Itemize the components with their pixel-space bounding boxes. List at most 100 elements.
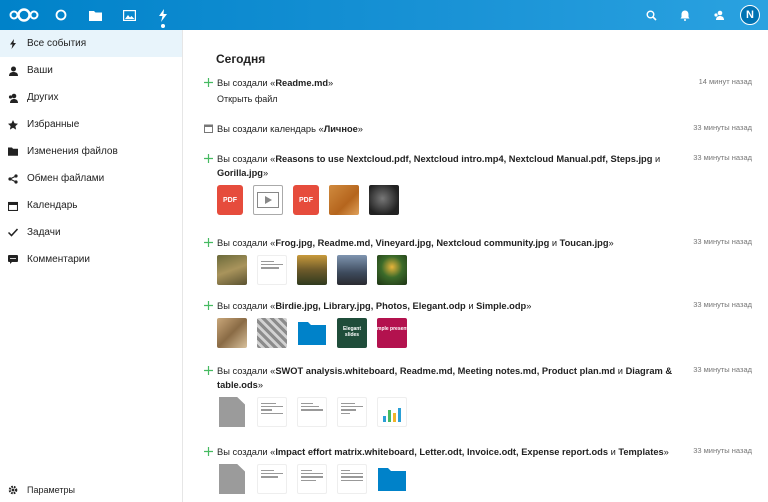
pdf-thumbnail[interactable]: PDF [293, 185, 319, 215]
sidebar-item-calendar[interactable]: Календарь [0, 192, 182, 219]
image-thumbnail[interactable] [297, 255, 327, 285]
activity-stream: Сегодня Вы создали «Readme.md» 14 минут … [184, 30, 768, 502]
comment-icon [8, 255, 18, 265]
activity-app-icon[interactable] [146, 0, 180, 30]
file-link[interactable]: Templates [618, 447, 663, 457]
sidebar-item-label: Календарь [27, 200, 78, 211]
plus-icon [202, 299, 214, 311]
files-link[interactable]: Birdie.jpg, Library.jpg, Photos, Elegant… [275, 301, 465, 311]
sidebar-item-label: Обмен файлами [27, 173, 105, 184]
gear-icon [8, 485, 18, 495]
presentation-thumbnail[interactable]: mple presentati [377, 318, 407, 348]
activity-time: 33 минуты назад [693, 123, 752, 132]
sidebar-item-file-changes[interactable]: Изменения файлов [0, 138, 182, 165]
sidebar-item-file-sharing[interactable]: Обмен файлами [0, 165, 182, 192]
top-header: N [0, 0, 768, 30]
sidebar-item-tasks[interactable]: Задачи [0, 219, 182, 246]
users-icon [8, 93, 18, 103]
open-file-link[interactable]: Открыть файл [217, 94, 752, 104]
activity-time: 33 минуты назад [693, 153, 752, 162]
dashboard-app-icon[interactable] [44, 0, 78, 30]
file-link[interactable]: Readme.md [275, 78, 328, 88]
sidebar-item-others[interactable]: Других [0, 84, 182, 111]
file-icon[interactable] [217, 397, 247, 427]
spreadsheet-thumbnail[interactable] [377, 397, 407, 427]
sidebar-item-label: Избранные [27, 119, 80, 130]
sidebar-item-yours[interactable]: Ваши [0, 57, 182, 84]
nextcloud-logo[interactable] [4, 0, 44, 30]
files-app-icon[interactable] [78, 0, 112, 30]
settings-label: Параметры [27, 485, 75, 495]
image-thumbnail[interactable] [217, 318, 247, 348]
folder-thumbnail[interactable] [377, 464, 407, 494]
sidebar-item-label: Комментарии [27, 254, 90, 265]
spreadsheet-thumbnail[interactable] [337, 464, 367, 494]
share-icon [8, 173, 18, 184]
sidebar-item-label: Изменения файлов [27, 146, 118, 157]
calendar-icon [202, 122, 214, 134]
image-thumbnail[interactable] [369, 185, 399, 215]
calendar-icon [8, 201, 18, 211]
document-thumbnail[interactable] [297, 397, 327, 427]
calendar-link[interactable]: Личное [324, 124, 358, 134]
file-link[interactable]: Simple.odp [476, 301, 526, 311]
plus-icon [202, 152, 214, 164]
image-thumbnail[interactable] [377, 255, 407, 285]
document-thumbnail[interactable] [337, 397, 367, 427]
image-thumbnail[interactable] [217, 255, 247, 285]
activity-item: Вы создали «SWOT analysis.whiteboard, Re… [202, 364, 752, 427]
file-link[interactable]: Toucan.jpg [560, 238, 609, 248]
folder-thumbnail[interactable] [297, 318, 327, 348]
files-link[interactable]: Reasons to use Nextcloud.pdf, Nextcloud … [275, 154, 652, 164]
image-thumbnail[interactable] [257, 318, 287, 348]
search-icon[interactable] [638, 0, 664, 30]
image-thumbnail[interactable] [337, 255, 367, 285]
activity-item: Вы создали «Birdie.jpg, Library.jpg, Pho… [202, 299, 752, 348]
document-thumbnail[interactable] [257, 255, 287, 285]
plus-icon [202, 236, 214, 248]
section-title: Сегодня [216, 52, 266, 66]
folder-icon [8, 147, 18, 157]
user-icon [8, 66, 18, 76]
document-thumbnail[interactable] [257, 397, 287, 427]
star-icon [8, 119, 18, 130]
activity-time: 14 минут назад [698, 77, 752, 86]
lightning-icon [8, 38, 18, 49]
activity-time: 33 минуты назад [693, 300, 752, 309]
sidebar-item-label: Других [27, 92, 59, 103]
file-link[interactable]: Gorilla.jpg [217, 168, 263, 178]
user-avatar[interactable]: N [740, 5, 760, 25]
contacts-icon[interactable] [706, 0, 732, 30]
file-icon[interactable] [217, 464, 247, 494]
activity-item: Вы создали «Reasons to use Nextcloud.pdf… [202, 152, 752, 215]
settings-button[interactable]: Параметры [0, 478, 182, 502]
sidebar-item-label: Все события [27, 38, 87, 49]
sidebar-item-comments[interactable]: Комментарии [0, 246, 182, 273]
document-thumbnail[interactable] [257, 464, 287, 494]
sidebar: Все события Ваши Других Избранные Измене… [0, 30, 183, 502]
files-link[interactable]: SWOT analysis.whiteboard, Readme.md, Mee… [275, 366, 615, 376]
activity-item: Вы создали «Impact effort matrix.whitebo… [202, 445, 752, 494]
photos-app-icon[interactable] [112, 0, 146, 30]
files-link[interactable]: Impact effort matrix.whiteboard, Letter.… [275, 447, 608, 457]
activity-item: Вы создали календарь «Личное» 33 минуты … [202, 122, 752, 136]
plus-icon [202, 76, 214, 88]
plus-icon [202, 445, 214, 457]
pdf-thumbnail[interactable]: PDF [217, 185, 243, 215]
activity-item: Вы создали «Readme.md» 14 минут назад От… [202, 76, 752, 104]
activity-time: 33 минуты назад [693, 365, 752, 374]
files-link[interactable]: Frog.jpg, Readme.md, Vineyard.jpg, Nextc… [275, 238, 549, 248]
presentation-thumbnail[interactable]: Elegant slides [337, 318, 367, 348]
image-thumbnail[interactable] [329, 185, 359, 215]
sidebar-item-label: Ваши [27, 65, 53, 76]
sidebar-item-label: Задачи [27, 227, 61, 238]
activity-time: 33 минуты назад [693, 446, 752, 455]
document-thumbnail[interactable] [297, 464, 327, 494]
activity-item: Вы создали «Frog.jpg, Readme.md, Vineyar… [202, 236, 752, 285]
notifications-bell-icon[interactable] [672, 0, 698, 30]
sidebar-item-all-activities[interactable]: Все события [0, 30, 182, 57]
plus-icon [202, 364, 214, 376]
activity-time: 33 минуты назад [693, 237, 752, 246]
sidebar-item-favorites[interactable]: Избранные [0, 111, 182, 138]
video-thumbnail[interactable] [253, 185, 283, 215]
